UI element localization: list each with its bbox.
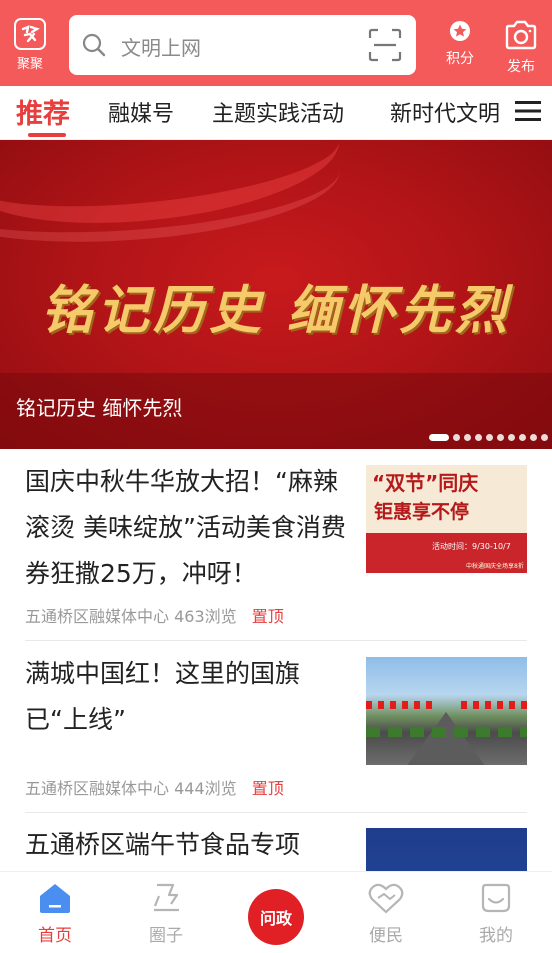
news-title[interactable]: 国庆中秋牛华放大招！“麻辣滚烫 美味绽放”活动美食消费券狂撒25万，冲呀！ bbox=[25, 459, 355, 597]
tab-theme-practice[interactable]: 主题实践活动 bbox=[212, 96, 344, 128]
thumb-flags bbox=[461, 701, 527, 709]
nav-circle-label: 圈子 bbox=[149, 926, 183, 946]
divider bbox=[25, 812, 527, 813]
carousel-dot[interactable] bbox=[453, 434, 460, 441]
publish-button[interactable]: 发布 bbox=[496, 20, 546, 76]
search-placeholder: 文明上网 bbox=[121, 36, 201, 60]
carousel-dot[interactable] bbox=[429, 434, 449, 441]
nav-convenience-label: 便民 bbox=[369, 926, 403, 946]
points-star-icon bbox=[449, 21, 471, 46]
thumb-headline: “双节”同庆 bbox=[372, 471, 479, 495]
pinned-badge: 置顶 bbox=[251, 779, 284, 798]
news-meta: 五通桥区融媒体中心 444浏览 置顶 bbox=[25, 775, 284, 799]
nav-wenzheng[interactable]: 问政 bbox=[248, 889, 304, 945]
handshake-heart-icon bbox=[368, 883, 404, 919]
carousel-dot[interactable] bbox=[497, 434, 504, 441]
banner-caption: 铭记历史 缅怀先烈 bbox=[16, 396, 183, 420]
divider bbox=[25, 640, 527, 641]
banner-decoration bbox=[0, 140, 344, 255]
news-title[interactable]: 五通桥区端午节食品专项 bbox=[25, 822, 355, 868]
nav-circle[interactable]: 圈子 bbox=[126, 882, 206, 946]
bottom-nav: 首页 圈子 问政 便民 我的 bbox=[0, 871, 552, 953]
banner-carousel[interactable]: 铭记历史 缅怀先烈 铭记历史 缅怀先烈 bbox=[0, 140, 552, 449]
camera-icon bbox=[504, 20, 538, 54]
tab-recommend[interactable]: 推荐 bbox=[16, 92, 70, 131]
news-meta: 五通桥区融媒体中心 463浏览 置顶 bbox=[25, 603, 284, 627]
banner-art-text: 铭记历史 缅怀先烈 bbox=[40, 280, 512, 341]
tab-media-account[interactable]: 融媒号 bbox=[108, 96, 174, 128]
nav-wenzheng-label: 问政 bbox=[259, 909, 292, 928]
thumb-date: 活动时间：9/30-10/7 bbox=[432, 542, 511, 551]
news-views: 444浏览 bbox=[174, 779, 237, 798]
news-title[interactable]: 满城中国红！这里的国旗已“上线” bbox=[25, 651, 355, 743]
carousel-dot[interactable] bbox=[541, 434, 548, 441]
news-source: 五通桥区融媒体中心 bbox=[25, 779, 170, 798]
nav-convenience[interactable]: 便民 bbox=[346, 882, 426, 946]
thumb-flags bbox=[366, 701, 436, 709]
news-views: 463浏览 bbox=[174, 607, 237, 626]
thumb-trees bbox=[366, 727, 527, 737]
news-thumbnail[interactable]: “双节”同庆 钜惠享不停 活动时间：9/30-10/7 中秋通国庆全场享8折 bbox=[366, 465, 527, 573]
carousel-dot[interactable] bbox=[475, 434, 482, 441]
search-icon bbox=[81, 32, 107, 62]
carousel-indicator bbox=[429, 434, 548, 441]
pinned-badge: 置顶 bbox=[251, 607, 284, 626]
circle-icon bbox=[149, 883, 183, 919]
thumb-note: 中秋通国庆全场享8折 bbox=[466, 563, 524, 570]
app-logo-label: 聚聚 bbox=[16, 57, 43, 72]
home-icon bbox=[38, 884, 72, 919]
nav-mine[interactable]: 我的 bbox=[456, 882, 536, 946]
active-tab-indicator bbox=[28, 133, 66, 137]
publish-label: 发布 bbox=[507, 59, 535, 75]
carousel-dot[interactable] bbox=[508, 434, 515, 441]
category-tabs: 推荐 融媒号 主题实践活动 新时代文明 bbox=[0, 86, 552, 140]
points-button[interactable]: 积分 bbox=[435, 20, 485, 68]
carousel-dot[interactable] bbox=[464, 434, 471, 441]
carousel-dot[interactable] bbox=[486, 434, 493, 441]
news-source: 五通桥区融媒体中心 bbox=[25, 607, 170, 626]
nav-mine-label: 我的 bbox=[479, 926, 513, 946]
tab-menu-button[interactable] bbox=[504, 86, 552, 139]
thumb-subheadline: 钜惠享不停 bbox=[374, 501, 470, 523]
hamburger-menu-icon bbox=[515, 100, 541, 126]
thumb-road bbox=[406, 712, 486, 765]
nav-home-label: 首页 bbox=[38, 926, 72, 946]
smiley-icon bbox=[479, 883, 513, 919]
app-logo-icon bbox=[14, 18, 46, 50]
nav-home[interactable]: 首页 bbox=[15, 882, 95, 946]
scan-icon[interactable] bbox=[368, 28, 402, 66]
carousel-dot[interactable] bbox=[519, 434, 526, 441]
tab-new-era-civilization[interactable]: 新时代文明 bbox=[390, 96, 500, 128]
app-logo-button[interactable]: 聚聚 bbox=[10, 18, 50, 72]
news-thumbnail[interactable] bbox=[366, 657, 527, 765]
carousel-dot[interactable] bbox=[530, 434, 537, 441]
top-header: 聚聚 文明上网 积分 发布 bbox=[0, 0, 552, 86]
points-label: 积分 bbox=[446, 51, 474, 67]
search-bar[interactable]: 文明上网 bbox=[69, 15, 416, 75]
